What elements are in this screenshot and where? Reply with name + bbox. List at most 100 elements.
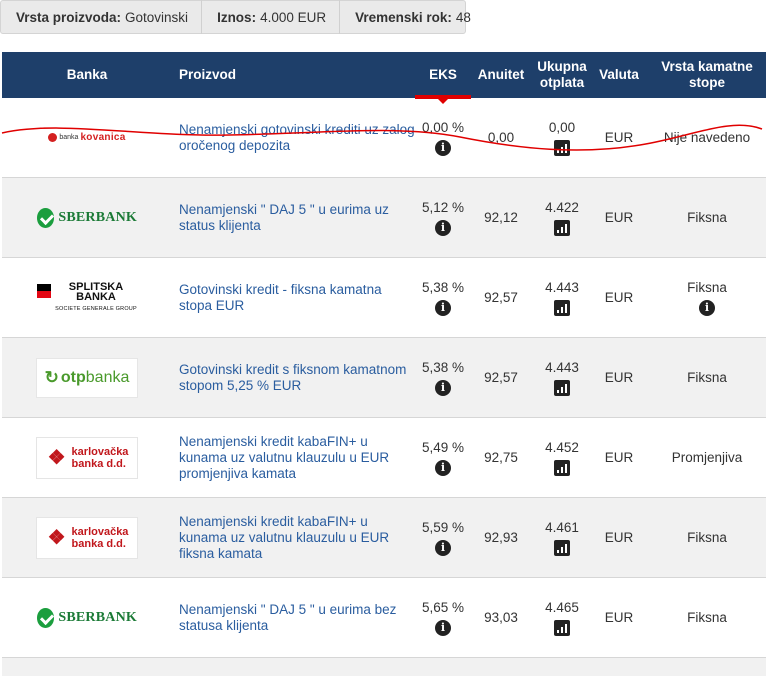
annuity-value: 92,93 <box>484 530 518 545</box>
bar-chart-icon[interactable] <box>554 139 570 156</box>
rate-type-value: Nije navedeno <box>663 130 751 145</box>
rate-type-cell: Fiksna i <box>647 258 767 337</box>
bar-chart-icon[interactable] <box>554 459 570 476</box>
header-total-line1: Ukupna <box>537 59 587 74</box>
bar-chart-icon[interactable] <box>554 539 570 556</box>
bank-logo-cell: banka kovanica <box>2 98 172 177</box>
rate-type-value: Fiksna <box>687 610 727 625</box>
table-row[interactable]: banka kovanica Nenamjenski gotovinski kr… <box>2 98 766 178</box>
bank-logo-karlovacka: ❖ karlovačka banka d.d. <box>36 516 138 559</box>
eks-cell: 5,12 % i <box>415 178 471 257</box>
bar-chart-icon[interactable] <box>554 299 570 316</box>
table-row[interactable]: SBERBANK Nenamjenski " DAJ 5 " u eurima … <box>2 178 766 258</box>
product-link[interactable]: Nenamjenski " DAJ 5 " u eurima bez statu… <box>179 602 415 634</box>
header-product[interactable]: Proizvod <box>179 52 409 98</box>
bar-chart-icon[interactable] <box>554 619 570 636</box>
bank-logo-name: kovanica <box>80 132 126 143</box>
header-eks[interactable]: EKS <box>415 52 471 98</box>
filter-amount[interactable]: Iznos: 4.000 EUR <box>202 0 341 34</box>
info-icon[interactable]: i <box>435 219 451 236</box>
bank-logo-cell: ↻ otpbanka <box>2 338 172 417</box>
info-icon[interactable]: i <box>435 619 451 636</box>
product-cell[interactable]: Nenamjenski " DAJ 5 " u eurima uz status… <box>179 178 415 257</box>
info-icon[interactable]: i <box>435 139 451 156</box>
rate-type-value: Fiksna <box>687 210 727 225</box>
product-cell[interactable]: Nenamjenski gotovinski krediti uz zalog … <box>179 98 415 177</box>
bank-logo-sberbank: SBERBANK <box>37 606 137 630</box>
annuity-cell: 93,03 <box>472 578 530 657</box>
rate-type-cell: Fiksna <box>647 338 767 417</box>
filter-term-label: Vremenski rok: <box>355 9 452 25</box>
annuity-value: 93,03 <box>484 610 518 625</box>
product-cell[interactable]: Nenamjenski kredit kabaFIN+ u kunama uz … <box>179 498 415 577</box>
currency-cell: EUR <box>594 98 644 177</box>
table-header: Banka Proizvod EKS Anuitet Ukupna otplat… <box>2 52 767 104</box>
product-link[interactable]: Nenamjenski kredit kabaFIN+ u kunama uz … <box>179 514 415 562</box>
table-row[interactable]: ❖ karlovačka banka d.d. Nenamjenski kredit… <box>2 418 766 498</box>
product-link[interactable]: Nenamjenski gotovinski krediti uz zalog … <box>179 122 415 154</box>
header-total-line2: otplata <box>539 75 585 90</box>
header-bank[interactable]: Banka <box>2 52 172 98</box>
rate-type-value: Fiksna <box>687 279 727 295</box>
bank-logo-cell: SPLITSKA BANKA SOCIETE GENERALE GROUP <box>2 258 172 337</box>
product-cell[interactable]: Gotovinski kredit s fiksnom kamatnom sto… <box>179 338 415 417</box>
table-row[interactable]: ❖ karlovačka banka d.d. Nenamjenski kredit… <box>2 498 766 578</box>
table-row-partial <box>2 658 766 676</box>
rate-type-cell: Fiksna <box>647 578 767 657</box>
otp-swirl-icon: ↻ <box>44 367 59 387</box>
annuity-cell: 92,75 <box>472 418 530 497</box>
bar-chart-icon[interactable] <box>554 219 570 236</box>
info-icon[interactable]: i <box>435 459 451 476</box>
table-row[interactable]: SBERBANK Nenamjenski " DAJ 5 " u eurima … <box>2 578 766 658</box>
info-icon[interactable]: i <box>435 539 451 556</box>
rate-type-cell: Fiksna <box>647 178 767 257</box>
eks-value: 5,59 % <box>421 519 465 535</box>
total-cell: 4.461 <box>530 498 594 577</box>
total-cell: 4.443 <box>530 258 594 337</box>
bank-logo-text: SBERBANK <box>58 209 137 225</box>
product-link[interactable]: Gotovinski kredit s fiksnom kamatnom sto… <box>179 362 415 394</box>
currency-cell: EUR <box>594 258 644 337</box>
header-total-repayment[interactable]: Ukupna otplata <box>530 52 594 98</box>
total-value: 4.443 <box>545 279 579 295</box>
info-icon[interactable]: i <box>699 299 715 316</box>
filter-product-type[interactable]: Vrsta proizvoda: Gotovinski <box>1 0 203 34</box>
bar-chart-icon[interactable] <box>554 379 570 396</box>
filter-term-value: 48 <box>455 9 471 25</box>
header-currency[interactable]: Valuta <box>594 52 644 98</box>
eks-cell: 5,38 % i <box>415 258 471 337</box>
annuity-cell: 92,57 <box>472 338 530 417</box>
header-annuity[interactable]: Anuitet <box>472 52 530 98</box>
annuity-cell: 92,12 <box>472 178 530 257</box>
currency-value: EUR <box>604 370 634 385</box>
bank-logo-part1: otp <box>60 368 86 386</box>
product-link[interactable]: Nenamjenski " DAJ 5 " u eurima uz status… <box>179 202 415 234</box>
total-cell: 4.443 <box>530 338 594 417</box>
filter-amount-value: 4.000 EUR <box>260 9 327 25</box>
filter-term[interactable]: Vremenski rok: 48 <box>340 0 484 34</box>
bank-logo-group: SOCIETE GENERALE GROUP <box>55 305 137 312</box>
total-cell: 4.465 <box>530 578 594 657</box>
bank-logo-line2: banka d.d. <box>71 537 126 550</box>
info-icon[interactable]: i <box>435 299 451 316</box>
currency-value: EUR <box>604 130 634 145</box>
product-link[interactable]: Nenamjenski kredit kabaFIN+ u kunama uz … <box>179 434 415 482</box>
info-icon[interactable]: i <box>435 379 451 396</box>
filter-amount-label: Iznos: <box>217 9 257 25</box>
product-link[interactable]: Gotovinski kredit - fiksna kamatna stopa… <box>179 282 415 314</box>
product-cell[interactable]: Gotovinski kredit - fiksna kamatna stopa… <box>179 258 415 337</box>
filter-product-type-value: Gotovinski <box>125 9 189 25</box>
total-value: 0,00 <box>548 119 576 135</box>
total-value: 4.461 <box>545 519 579 535</box>
header-rate-type[interactable]: Vrsta kamatne stope <box>647 52 767 98</box>
table-row[interactable]: ↻ otpbanka Gotovinski kredit s fiksnom ka… <box>2 338 766 418</box>
total-cell: 4.422 <box>530 178 594 257</box>
product-cell[interactable]: Nenamjenski " DAJ 5 " u eurima bez statu… <box>179 578 415 657</box>
annuity-value: 0,00 <box>487 130 515 145</box>
annuity-cell: 92,57 <box>472 258 530 337</box>
eks-cell: 5,59 % i <box>415 498 471 577</box>
product-cell[interactable]: Nenamjenski kredit kabaFIN+ u kunama uz … <box>179 418 415 497</box>
bank-logo-line2: BANKA <box>76 290 116 303</box>
total-value: 4.452 <box>545 439 579 455</box>
table-row[interactable]: SPLITSKA BANKA SOCIETE GENERALE GROUP Goto… <box>2 258 766 338</box>
